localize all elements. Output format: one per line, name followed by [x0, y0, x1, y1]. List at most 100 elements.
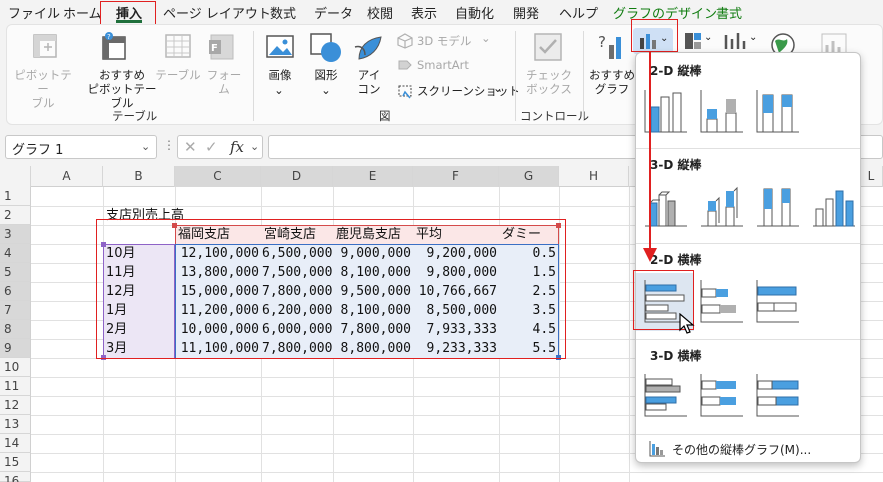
col-header-a[interactable]: A — [31, 166, 103, 187]
pivot-table-icon — [33, 34, 57, 58]
checkbox-icon — [534, 33, 562, 61]
col-header-b[interactable]: B — [103, 166, 175, 187]
row-header[interactable]: 6 — [0, 282, 31, 301]
stacked-column-chart-option[interactable] — [698, 87, 746, 135]
row-header[interactable]: 14 — [0, 434, 31, 453]
hierarchy-chart-icon[interactable] — [683, 31, 703, 51]
picture-button[interactable]: 画像 — [262, 68, 298, 82]
3d-100-stacked-column-option[interactable] — [754, 181, 802, 229]
separator — [636, 339, 860, 340]
table-icon — [165, 34, 191, 58]
svg-text:F: F — [211, 43, 218, 54]
tab-home[interactable]: ホーム — [63, 3, 102, 22]
ribbon-separator — [515, 31, 516, 121]
tab-automate[interactable]: 自動化 — [455, 3, 494, 22]
group-label-table: テーブル — [112, 109, 158, 123]
mouse-cursor-icon — [679, 313, 695, 334]
highlight-data-range — [96, 219, 566, 359]
group-label-illustrations: 図 — [379, 109, 391, 123]
3d-model-chevron-icon: ⌄ — [481, 31, 491, 45]
row-header[interactable]: 4 — [0, 244, 31, 263]
waterfall-chart-chevron-icon: ⌄ — [749, 32, 758, 43]
formula-controls: ✕ ✓ fx ⌄ — [177, 135, 263, 159]
name-box-chevron-icon: ⌄ — [141, 140, 151, 153]
3d-clustered-bar-option[interactable] — [642, 371, 690, 419]
icons-icon — [354, 36, 382, 60]
tab-data[interactable]: データ — [314, 3, 353, 22]
tab-formulas[interactable]: 数式 — [270, 3, 296, 22]
ribbon-separator — [583, 31, 584, 121]
3d-model-button[interactable]: 3D モデル — [417, 34, 471, 48]
enter-icon[interactable]: ✓ — [205, 138, 218, 156]
col-header-e[interactable]: E — [333, 166, 413, 187]
separator — [636, 243, 860, 244]
3d-100-stacked-bar-option[interactable] — [754, 371, 802, 419]
gridline — [31, 472, 883, 473]
row-header[interactable]: 8 — [0, 320, 31, 339]
row-header[interactable]: 16 — [0, 472, 31, 482]
row-header[interactable]: 9 — [0, 339, 31, 358]
recommended-pivot-button[interactable]: おすすめ ピボットテーブル — [83, 68, 161, 110]
screenshot-button[interactable]: スクリーンショット — [417, 84, 520, 98]
shapes-button[interactable]: 図形 — [308, 68, 344, 82]
forms-button[interactable]: フォー ム — [203, 68, 245, 96]
row-header[interactable]: 12 — [0, 396, 31, 415]
smartart-icon — [398, 60, 412, 70]
fx-chevron-icon: ⌄ — [250, 140, 260, 153]
checkbox-button[interactable]: チェック ボックス — [525, 68, 573, 96]
name-box[interactable]: グラフ 1 ⌄ — [5, 135, 157, 159]
tab-help[interactable]: ヘルプ — [559, 3, 598, 22]
cancel-icon[interactable]: ✕ — [184, 138, 197, 156]
row-header[interactable]: 3 — [0, 225, 31, 244]
row-header[interactable]: 1 — [0, 187, 31, 206]
insert-function-button[interactable]: fx — [230, 138, 244, 156]
tab-review[interactable]: 校閲 — [367, 3, 393, 22]
tab-developer[interactable]: 開発 — [513, 3, 539, 22]
row-header[interactable]: 10 — [0, 358, 31, 377]
row-header[interactable]: 5 — [0, 263, 31, 282]
picture-icon — [266, 35, 294, 58]
more-column-charts-link[interactable]: その他の縦棒グラフ(M)... — [672, 441, 811, 458]
smartart-button[interactable]: SmartArt — [417, 58, 469, 72]
annotation-arrow — [643, 52, 657, 262]
col-header-l[interactable]: L — [860, 166, 883, 187]
more-options-icon[interactable]: ⋮ — [163, 138, 175, 152]
recommended-charts-button[interactable]: おすすめ グラフ — [587, 68, 637, 96]
col-header-d[interactable]: D — [261, 166, 333, 187]
col-header-h[interactable]: H — [559, 166, 629, 187]
3d-column-option[interactable] — [810, 181, 858, 229]
col-header-f[interactable]: F — [413, 166, 499, 187]
ribbon-separator — [253, 31, 254, 121]
more-column-charts-icon — [649, 441, 665, 457]
column-chart-dropdown: 2-D 縦棒 3-D 縦棒 2-D 横棒 3-D 横棒 その他の縦棒グラフ(M)… — [635, 52, 861, 463]
waterfall-chart-icon[interactable] — [723, 31, 747, 51]
svg-text:?: ? — [107, 33, 111, 41]
row-header[interactable]: 2 — [0, 206, 31, 225]
3d-stacked-column-option[interactable] — [698, 181, 746, 229]
row-header[interactable]: 7 — [0, 301, 31, 320]
icons-button[interactable]: アイ コン — [353, 68, 385, 96]
picture-chevron-icon: ⌄ — [274, 83, 284, 97]
tab-view[interactable]: 表示 — [411, 3, 437, 22]
tab-page-layout[interactable]: ページ レイアウト — [163, 3, 271, 22]
3d-model-icon — [397, 33, 413, 49]
recommended-charts-icon: ? — [598, 33, 621, 59]
screenshot-chevron-icon: ⌄ — [493, 81, 503, 95]
col-header-g[interactable]: G — [499, 166, 559, 187]
tab-file[interactable]: ファイル — [8, 3, 60, 22]
table-button[interactable]: テーブル — [153, 68, 203, 82]
pivot-table-button[interactable]: ピボットテー ブル — [13, 68, 73, 110]
gridline — [629, 187, 630, 482]
100-stacked-bar-chart-option[interactable] — [754, 277, 802, 325]
100-stacked-column-chart-option[interactable] — [754, 87, 802, 135]
row-header[interactable]: 11 — [0, 377, 31, 396]
stacked-bar-chart-option[interactable] — [698, 277, 746, 325]
3d-stacked-bar-option[interactable] — [698, 371, 746, 419]
row-header[interactable]: 13 — [0, 415, 31, 434]
section-3d-bar: 3-D 横棒 — [650, 349, 702, 363]
col-header-c[interactable]: C — [175, 166, 261, 187]
screenshot-icon — [398, 85, 412, 99]
tab-format[interactable]: 書式 — [716, 3, 742, 22]
select-all-corner[interactable] — [0, 166, 31, 187]
row-header[interactable]: 15 — [0, 453, 31, 472]
